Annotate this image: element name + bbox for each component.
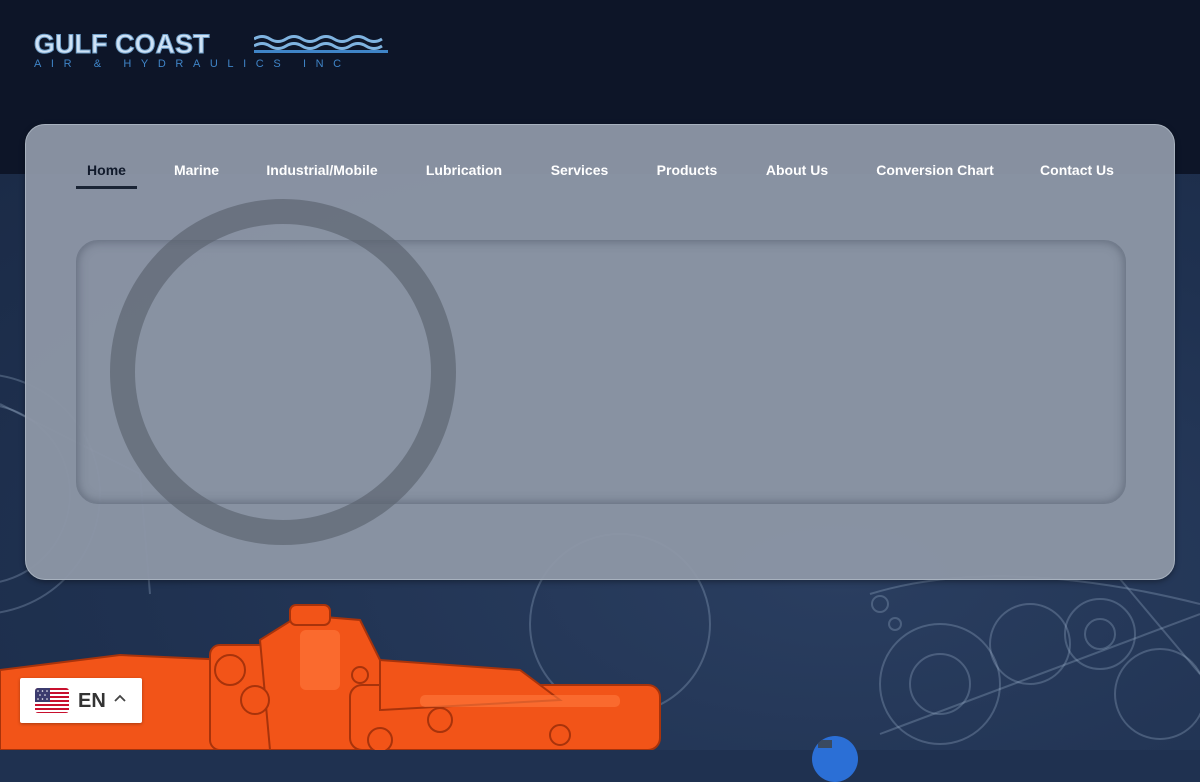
main-navigation: Home Marine Industrial/Mobile Lubricatio…	[26, 161, 1174, 193]
chat-icon	[818, 740, 832, 748]
language-switcher[interactable]: EN	[20, 678, 142, 723]
active-tab-indicator	[76, 186, 137, 189]
chevron-up-icon	[114, 694, 126, 702]
nav-item-label: Products	[656, 162, 718, 178]
us-flag-icon	[35, 688, 69, 713]
nav-item-label: Industrial/Mobile	[266, 162, 378, 178]
nav-item-lubrication[interactable]: Lubrication	[422, 161, 506, 191]
nav-item-products[interactable]: Products	[652, 161, 722, 191]
language-code: EN	[78, 690, 106, 712]
nav-item-label: Home	[87, 162, 126, 178]
logo-wordmark: GULF COAST	[34, 29, 210, 59]
company-logo[interactable]: GULF COAST AIR & HYDRAULICS INC	[34, 30, 394, 74]
nav-item-label: About Us	[765, 162, 829, 178]
nav-item-label: Conversion Chart	[876, 162, 994, 178]
nav-item-conversion-chart[interactable]: Conversion Chart	[870, 161, 1000, 191]
waves-icon	[254, 35, 388, 53]
loading-spinner-icon	[110, 199, 456, 545]
nav-item-about-us[interactable]: About Us	[760, 161, 834, 191]
nav-item-label: Contact Us	[1040, 162, 1114, 178]
nav-item-label: Services	[550, 162, 609, 178]
nav-item-label: Marine	[173, 162, 220, 178]
logo-tagline: AIR & HYDRAULICS INC	[34, 58, 351, 70]
nav-item-marine[interactable]: Marine	[169, 161, 224, 191]
nav-item-industrial-mobile[interactable]: Industrial/Mobile	[262, 161, 382, 191]
chat-widget-button[interactable]	[812, 736, 858, 782]
hydraulic-pump-image	[0, 604, 661, 750]
nav-item-contact-us[interactable]: Contact Us	[1037, 161, 1117, 191]
nav-item-home[interactable]: Home	[76, 161, 137, 191]
nav-item-label: Lubrication	[425, 162, 503, 178]
nav-item-services[interactable]: Services	[547, 161, 612, 191]
